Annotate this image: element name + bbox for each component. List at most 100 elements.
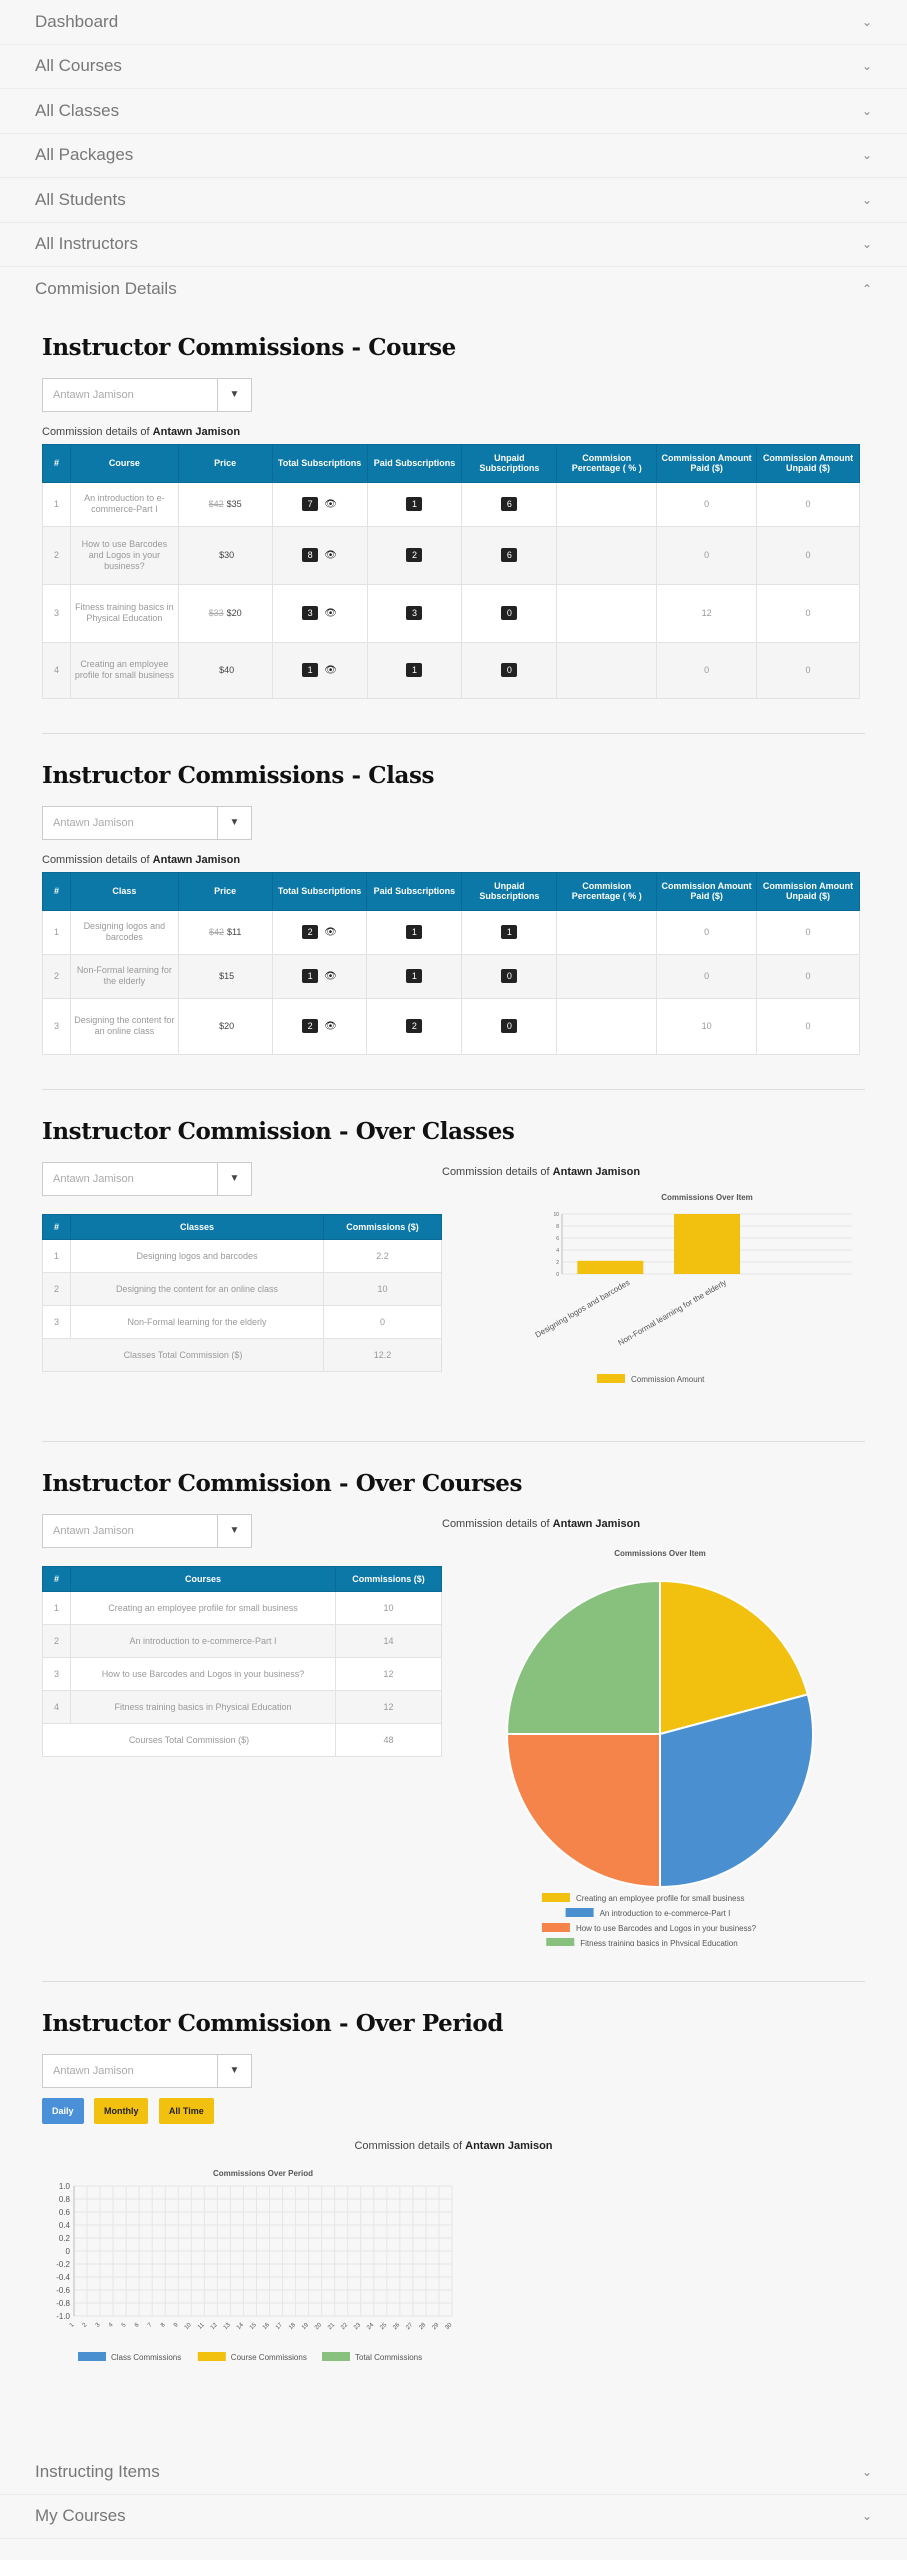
nav-all-classes[interactable]: All Classes ⌄	[0, 89, 907, 134]
nav-label: Instructing Items	[35, 2461, 160, 2481]
x-tick-label: Non-Formal learning for the elderly	[616, 1277, 728, 1347]
caret-down-icon[interactable]: ▼	[217, 1162, 251, 1195]
nav-label: Dashboard	[35, 11, 119, 31]
details-prefix: Commission details of	[442, 1517, 550, 1530]
total-subs-badge: 1	[302, 663, 319, 677]
nav-all-courses[interactable]: All Courses ⌄	[0, 45, 907, 89]
x-tick-label: 30	[444, 2321, 453, 2330]
col-header: Commision Percentage ( % )	[556, 443, 658, 483]
price-cell: $15	[177, 953, 273, 999]
paid-subs-badge: 2	[406, 1019, 423, 1033]
unpaid-subs-cell: 6	[461, 525, 558, 585]
unpaid-subs-cell: 0	[461, 583, 558, 643]
row-number: 2	[42, 1271, 71, 1306]
total-subs-cell: 1 👁	[271, 641, 368, 699]
commission-value: 0	[323, 1304, 442, 1339]
class-name: Non-Formal learning for the elderly	[70, 1304, 324, 1339]
instructor-select[interactable]: Antawn Jamison ▼	[42, 2053, 252, 2088]
page: Dashboard ⌄ All Courses ⌄ All Classes ⌄ All…	[0, 0, 907, 2560]
eye-icon[interactable]: 👁	[324, 927, 337, 938]
eye-icon[interactable]: 👁	[324, 608, 337, 619]
x-tick-label: Designing logos and barcodes	[534, 1277, 632, 1339]
table-header-row: # Courses Commissions ($)	[42, 1565, 442, 1592]
amount-paid: 0	[656, 953, 758, 999]
eye-icon[interactable]: 👁	[324, 499, 337, 510]
commission-pct	[556, 641, 658, 699]
eye-icon[interactable]: 👁	[324, 665, 337, 676]
daily-button[interactable]: Daily	[42, 2097, 84, 2124]
course-name: An introduction to e-commerce-Part I	[70, 1623, 336, 1658]
x-tick-label: 21	[327, 2321, 336, 2330]
caret-down-icon[interactable]: ▼	[217, 1514, 251, 1547]
table-row: 1 Designing logos and barcodes 2.2	[42, 1238, 442, 1273]
over-courses-split: # Courses Commissions ($) 1 Creating an e…	[42, 1518, 865, 1951]
chart-title: Commissions Over Period	[213, 2169, 313, 2178]
nav-all-students[interactable]: All Students ⌄	[0, 178, 907, 223]
paid-subs-badge: 1	[406, 925, 423, 939]
total-subs-cell: 1 👁	[271, 953, 368, 999]
nav-label: All Packages	[35, 145, 134, 165]
commission-pie-chart: Commissions Over Item Creating an employe…	[505, 1549, 814, 1948]
chart-title: Commissions Over Item	[614, 1549, 706, 1558]
instructor-name: Antawn Jamison	[152, 425, 241, 438]
nav-my-courses[interactable]: My Courses ⌄	[0, 2495, 907, 2539]
instructor-select[interactable]: Antawn Jamison ▼	[42, 1161, 252, 1196]
amount-unpaid: 0	[756, 525, 860, 585]
chevron-down-icon: ⌄	[861, 148, 872, 163]
class-commissions-section: Instructor Commissions - Class Antawn Ja…	[42, 734, 865, 1090]
pie-slice	[505, 1732, 661, 1888]
amount-paid: 0	[656, 481, 758, 527]
nav-all-instructors[interactable]: All Instructors ⌄	[0, 223, 907, 267]
amount-paid: 0	[656, 525, 758, 585]
x-tick-label: 2	[82, 2321, 89, 2328]
legend-swatch	[197, 2351, 226, 2361]
paid-subs-cell: 1	[366, 909, 463, 955]
commission-value: 12	[335, 1689, 442, 1724]
table-header-row: # Classes Commissions ($)	[42, 1213, 442, 1240]
amount-paid: 0	[656, 909, 758, 955]
eye-icon[interactable]: 👁	[324, 971, 337, 982]
total-subs-cell: 2 👁	[271, 997, 368, 1055]
section-title: Instructor Commission - Over Classes	[42, 1117, 515, 1145]
course-commission-table: # Course Price Total Subscriptions Paid …	[42, 443, 860, 699]
eye-icon[interactable]: 👁	[324, 550, 337, 561]
course-name: How to use Barcodes and Logos in your bu…	[69, 525, 179, 585]
over-classes-chart-col: Commission details of Antawn Jamison Com…	[442, 1166, 862, 1399]
row-number: 4	[42, 1689, 71, 1724]
instructor-select[interactable]: Antawn Jamison ▼	[42, 377, 252, 412]
eye-icon[interactable]: 👁	[324, 1021, 337, 1032]
nav-dashboard[interactable]: Dashboard ⌄	[0, 0, 907, 45]
monthly-button[interactable]: Monthly	[93, 2097, 149, 2124]
commission-pct	[556, 909, 658, 955]
caret-down-icon[interactable]: ▼	[217, 806, 251, 839]
paid-subs-badge: 1	[406, 497, 423, 511]
caret-down-icon[interactable]: ▼	[217, 2054, 251, 2087]
over-classes-split: # Classes Commissions ($) 1 Designing log…	[42, 1166, 865, 1399]
legend-swatch	[565, 1907, 594, 1917]
course-name: Fitness training basics in Physical Educ…	[69, 583, 179, 643]
col-header: Unpaid Subscriptions	[461, 443, 558, 483]
nav-commission-details[interactable]: Commision Details ⌃	[0, 267, 907, 312]
y-tick-label: 0.4	[59, 2221, 71, 2230]
total-subs-badge: 8	[302, 548, 319, 562]
total-subs-cell: 3 👁	[271, 583, 368, 643]
y-tick-label: -0.8	[56, 2299, 70, 2308]
paid-subs-badge: 1	[406, 969, 423, 983]
x-tick-label: 28	[418, 2321, 427, 2330]
nav-all-packages[interactable]: All Packages ⌄	[0, 134, 907, 178]
caret-down-icon[interactable]: ▼	[217, 378, 251, 411]
nav-instructing-items[interactable]: Instructing Items ⌄	[0, 2450, 907, 2495]
col-header: #	[42, 871, 71, 911]
all-time-button[interactable]: All Time	[158, 2097, 214, 2124]
legend-label: Total Commissions	[355, 2353, 422, 2362]
instructor-select[interactable]: Antawn Jamison ▼	[42, 805, 252, 840]
paid-subs-badge: 1	[406, 663, 423, 677]
class-commission-table: # Class Price Total Subscriptions Paid S…	[42, 871, 860, 1055]
instructor-select[interactable]: Antawn Jamison ▼	[42, 1513, 252, 1548]
y-tick-label: -0.6	[56, 2286, 70, 2295]
paid-subs-cell: 1	[366, 481, 463, 527]
table-row: 4 Fitness training basics in Physical Edu…	[42, 1689, 442, 1724]
class-name: Designing the content for an online clas…	[69, 997, 179, 1055]
row-number: 1	[42, 909, 71, 955]
details-prefix: Commission details of	[354, 2139, 463, 2152]
